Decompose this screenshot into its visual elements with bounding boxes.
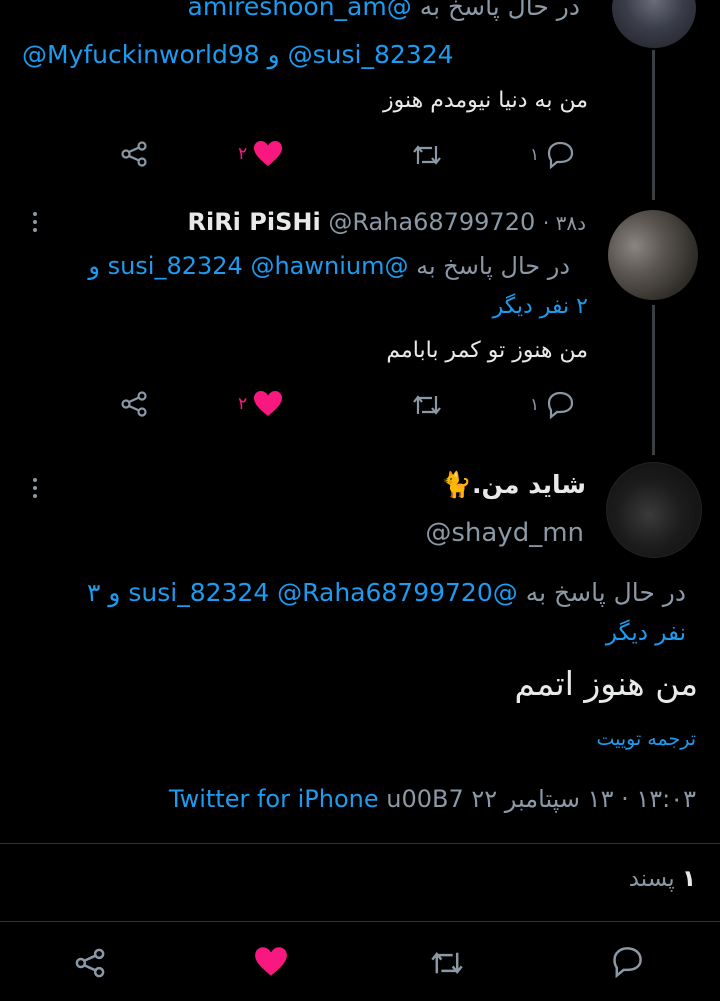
display-name-row: شاید من.🐈 [441, 470, 586, 500]
user-handle[interactable]: @shayd_mn [425, 518, 584, 548]
reply-count: ۱ [530, 145, 540, 165]
retweet-icon [413, 395, 441, 415]
more-icon [33, 478, 37, 482]
likes-label: پسند [628, 866, 675, 892]
avatar[interactable] [612, 0, 696, 48]
divider [0, 843, 720, 844]
share-button[interactable] [120, 391, 148, 417]
others-link[interactable]: ۲ نفر دیگر [493, 294, 588, 319]
like-button[interactable]: ۲ [238, 140, 283, 168]
mention-link[interactable]: @susi_82324 [288, 40, 454, 69]
reply-count: ۱ [530, 395, 540, 415]
tweet-text: من به دنیا نیومدم هنوز [383, 88, 588, 113]
heart-icon [254, 141, 283, 166]
tweet-header: RiRi PiSHi @Raha68799720 · ۳۸د [187, 208, 586, 236]
share-button[interactable] [74, 948, 106, 978]
avatar[interactable] [608, 210, 698, 300]
share-button[interactable] [120, 141, 148, 167]
reply-prefix: در حال پاسخ به [416, 252, 570, 280]
thread-line-1 [652, 50, 655, 200]
cat-emoji: 🐈 [440, 470, 473, 499]
retweet-icon [413, 145, 441, 165]
likes-stat[interactable]: ۱ پسند [629, 866, 696, 892]
mention-link[interactable]: @amireshoon_am [188, 0, 412, 21]
like-button[interactable]: ۲ [238, 390, 283, 418]
mention-link[interactable]: @susi_82324 @hawnium [108, 252, 409, 280]
like-count: ۲ [238, 394, 248, 414]
tweet-text: من هنوز اتمم [514, 664, 698, 703]
share-icon [121, 391, 147, 417]
retweet-icon [431, 951, 463, 975]
conjunction: و [267, 40, 280, 69]
reply-context: در حال پاسخ به @amireshoon_am [188, 0, 580, 21]
likes-count: ۱ [681, 866, 696, 892]
more-button[interactable] [32, 212, 38, 232]
conjunction: و ۳ [86, 578, 121, 607]
tweet-meta: Twitter for iPhone u00B7 ۱۳:۰۳ · ۱۳ سپتا… [169, 785, 696, 813]
timestamp: · ۳۸د [542, 211, 586, 235]
heart-icon [255, 947, 287, 976]
translate-link[interactable]: ترجمه توییت [596, 728, 696, 750]
tweet-text: من هنوز تو کمر بابامم [386, 338, 588, 363]
reply-context-line2: @Myfuckinworld98 و @susi_82324 [22, 40, 454, 69]
meta-separator: u00B7 [386, 785, 464, 813]
thread-line-2 [652, 305, 655, 455]
reply-context: در حال پاسخ به @susi_82324 @hawnium و [10, 252, 570, 280]
divider [0, 921, 720, 922]
reply-prefix: در حال پاسخ به [525, 578, 686, 607]
more-icon [33, 212, 37, 216]
display-name[interactable]: RiRi PiSHi [187, 208, 320, 236]
conjunction: و [88, 252, 100, 280]
share-icon [121, 141, 147, 167]
source-link[interactable]: Twitter for iPhone [169, 785, 379, 813]
share-icon [75, 948, 105, 978]
mention-link[interactable]: @Myfuckinworld98 [22, 40, 260, 69]
retweet-button[interactable] [412, 142, 442, 168]
reply-context: در حال پاسخ به @susi_82324 @Raha68799720… [6, 578, 686, 607]
retweet-button[interactable] [412, 392, 442, 418]
mention-link[interactable]: @susi_82324 @Raha68799720 [128, 578, 517, 607]
reply-button[interactable]: ۱ [530, 391, 575, 419]
avatar[interactable] [606, 462, 702, 558]
reply-icon [613, 947, 642, 978]
user-handle[interactable]: @Raha68799720 [328, 208, 535, 236]
more-button[interactable] [32, 478, 38, 498]
reply-icon [548, 391, 574, 419]
reply-button[interactable] [610, 946, 644, 978]
heart-icon [254, 391, 283, 416]
reply-icon [548, 141, 574, 169]
reply-prefix: در حال پاسخ به [419, 0, 580, 21]
like-count: ۲ [238, 144, 248, 164]
like-button[interactable] [254, 946, 288, 978]
retweet-button[interactable] [430, 948, 464, 978]
reply-button[interactable]: ۱ [530, 141, 575, 169]
tweet-datetime: ۱۳:۰۳ · ۱۳ سپتامبر ۲۲ [471, 785, 696, 813]
others-link[interactable]: نفر دیگر [606, 620, 686, 646]
display-name[interactable]: شاید من. [472, 470, 586, 499]
